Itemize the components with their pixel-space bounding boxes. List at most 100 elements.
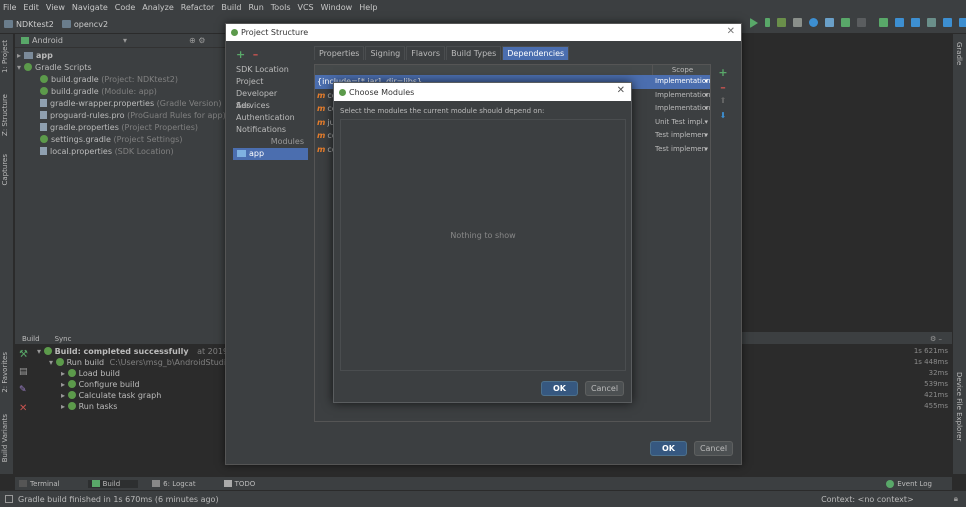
add-icon[interactable]: + (236, 48, 245, 61)
menu-tools[interactable]: Tools (271, 3, 291, 12)
tab-dependencies[interactable]: Dependencies (502, 46, 570, 60)
profile-icon[interactable] (777, 18, 786, 27)
tree-item-build-gradle-project[interactable]: build.gradle (Project: NDKtest2) (15, 74, 235, 86)
pin-icon[interactable]: ✎ (19, 385, 31, 403)
close-icon[interactable]: ✕ (727, 26, 735, 37)
dependency-scope[interactable]: Test implemen (655, 129, 706, 143)
nav-notifications[interactable]: Notifications (226, 124, 308, 136)
menu-refactor[interactable]: Refactor (181, 3, 215, 12)
tab-logcat[interactable]: 6: Logcat (152, 480, 209, 488)
tab-build-types[interactable]: Build Types (446, 46, 502, 60)
dependency-scope[interactable]: Implementation (655, 89, 711, 103)
menu-help[interactable]: Help (359, 3, 377, 12)
menu-window[interactable]: Window (321, 3, 353, 12)
tree-item-gradle-properties[interactable]: gradle.properties (Project Properties) (15, 122, 235, 134)
tab-properties[interactable]: Properties (314, 46, 365, 60)
close-icon[interactable]: ✕ (617, 85, 625, 96)
panel-settings-icons[interactable]: ⊕ ⚙ (189, 36, 205, 45)
tab-build-output[interactable]: Build (22, 335, 40, 343)
tab-sync[interactable]: Sync (55, 335, 72, 343)
breadcrumb-module[interactable]: opencv2 (61, 20, 108, 29)
menu-file[interactable]: File (3, 3, 16, 12)
hammer-icon[interactable]: ⚒ (19, 349, 31, 367)
tab-todo[interactable]: TODO (223, 480, 270, 488)
device-manager-icon[interactable] (943, 18, 952, 27)
cancel-button[interactable]: Cancel (585, 381, 624, 396)
menu-navigate[interactable]: Navigate (72, 3, 108, 12)
chevron-down-icon[interactable]: ▾ (704, 102, 708, 116)
tab-build[interactable]: Build (87, 479, 139, 488)
coverage-icon[interactable] (793, 18, 802, 27)
tree-item-proguard[interactable]: proguard-rules.pro (ProGuard Rules for a… (15, 110, 235, 122)
tree-item-gradle-scripts[interactable]: ▾ Gradle Scripts (15, 62, 235, 74)
tree-item-app[interactable]: ▸ app (15, 50, 235, 62)
layout-inspector-icon[interactable] (959, 18, 966, 27)
tab-signing[interactable]: Signing (365, 46, 406, 60)
chevron-down-icon[interactable]: ▾ (704, 89, 708, 103)
close-icon[interactable]: ✕ (19, 403, 31, 421)
chevron-down-icon[interactable]: ▾ (704, 116, 708, 130)
menu-view[interactable]: View (46, 3, 65, 12)
breadcrumb-project[interactable]: NDKtest2 (4, 20, 54, 29)
menu-code[interactable]: Code (115, 3, 135, 12)
tree-item-settings-gradle[interactable]: settings.gradle (Project Settings) (15, 134, 235, 146)
chevron-down-icon[interactable]: ▾ (704, 75, 708, 89)
ok-button[interactable]: OK (541, 381, 578, 396)
menu-analyze[interactable]: Analyze (142, 3, 174, 12)
tab-captures[interactable]: Captures (1, 154, 9, 185)
dependency-scope[interactable]: Implementation (655, 75, 711, 89)
tab-event-log[interactable]: Event Log (886, 479, 946, 488)
tree-item-local-properties[interactable]: local.properties (SDK Location) (15, 146, 235, 158)
dialog-title: Choose Modules (349, 87, 415, 97)
nav-authentication[interactable]: Authentication (226, 112, 308, 124)
apply-changes-icon[interactable] (809, 18, 818, 27)
tab-build-variants[interactable]: Build Variants (1, 414, 9, 462)
apply-code-icon[interactable] (841, 18, 850, 27)
tab-favorites[interactable]: 2: Favorites (1, 352, 9, 393)
status-context[interactable]: Context: <no context> (821, 495, 914, 504)
avd-manager-icon[interactable] (895, 18, 904, 27)
move-down-icon[interactable]: ⬇ (716, 111, 730, 126)
add-dependency-icon[interactable]: + (716, 66, 730, 81)
chevron-down-icon[interactable]: ▾ (704, 143, 708, 157)
dependency-scope[interactable]: Unit Test impl. (655, 116, 705, 130)
module-item-app[interactable]: app (233, 148, 308, 160)
chevron-down-icon[interactable]: ▾ (704, 129, 708, 143)
tab-structure[interactable]: Z: Structure (1, 94, 9, 136)
sdk-manager-icon[interactable] (911, 18, 920, 27)
dependency-scope[interactable]: Test implemen (655, 143, 706, 157)
move-up-icon[interactable]: ⬆ (716, 96, 730, 111)
menu-build[interactable]: Build (221, 3, 241, 12)
menu-edit[interactable]: Edit (23, 3, 39, 12)
stop-icon[interactable] (857, 18, 866, 27)
tree-item-gradle-wrapper[interactable]: gradle-wrapper.properties (Gradle Versio… (15, 98, 235, 110)
remove-dependency-icon[interactable]: – (716, 81, 730, 96)
tab-flavors[interactable]: Flavors (406, 46, 446, 60)
tab-terminal[interactable]: Terminal (19, 480, 74, 488)
cancel-button[interactable]: Cancel (694, 441, 733, 456)
sync-gradle-icon[interactable] (879, 18, 888, 27)
remove-icon[interactable]: – (253, 48, 259, 61)
dependency-scope[interactable]: Implementation (655, 102, 711, 116)
chevron-down-icon[interactable]: ▾ (123, 36, 127, 45)
tab-device-file-explorer[interactable]: Device File Explorer (955, 372, 963, 441)
gear-icon[interactable]: ⚙ – (930, 335, 942, 343)
lock-icon[interactable]: 🔒︎ (954, 494, 958, 504)
toggle-view-icon[interactable]: ▤ (19, 367, 31, 385)
menu-run[interactable]: Run (248, 3, 263, 12)
nav-sdk-location[interactable]: SDK Location (226, 64, 308, 76)
nav-developer-services[interactable]: Developer Services (226, 88, 308, 110)
project-structure-icon[interactable] (927, 18, 936, 27)
tab-project[interactable]: 1: Project (1, 40, 9, 73)
tab-gradle[interactable]: Gradle (955, 42, 963, 65)
ok-button[interactable]: OK (650, 441, 687, 456)
menu-vcs[interactable]: VCS (298, 3, 314, 12)
run-icon[interactable] (750, 18, 758, 28)
attach-debugger-icon[interactable] (825, 18, 834, 27)
debug-icon[interactable] (765, 18, 770, 27)
nav-project[interactable]: Project (226, 76, 308, 88)
modules-list[interactable]: Nothing to show (340, 119, 626, 371)
toggle-tool-windows-icon[interactable] (5, 495, 13, 503)
view-selector[interactable]: Android (32, 36, 63, 45)
tree-item-build-gradle-module[interactable]: build.gradle (Module: app) (15, 86, 235, 98)
